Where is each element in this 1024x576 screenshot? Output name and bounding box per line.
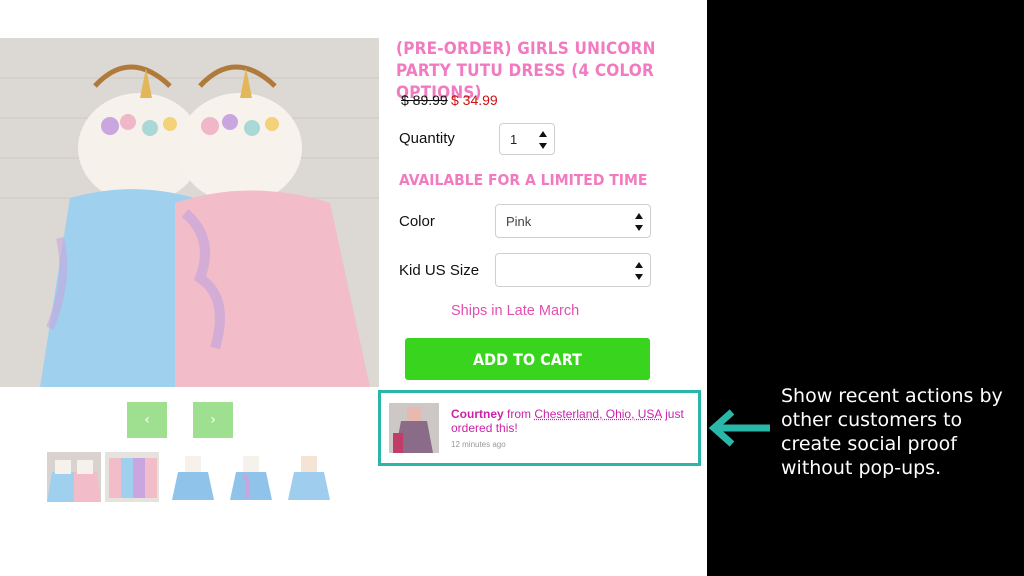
chevron-right-icon: › <box>210 412 216 428</box>
shipping-note: Ships in Late March <box>451 303 580 319</box>
spinner-arrows-icon[interactable] <box>539 131 548 149</box>
gallery-prev-button[interactable]: ‹ <box>127 402 167 438</box>
color-label: Color <box>399 213 435 230</box>
color-select[interactable]: Pink <box>495 204 651 238</box>
thumbnail-2[interactable] <box>105 452 159 502</box>
original-price: $ 89.99 <box>401 92 448 108</box>
proof-timestamp: 12 minutes ago <box>451 440 506 449</box>
quantity-value: 1 <box>510 131 518 147</box>
proof-product-thumbnail <box>389 403 439 453</box>
size-select[interactable] <box>495 253 651 287</box>
black-side-panel <box>707 0 1024 576</box>
thumbnail-5[interactable] <box>282 452 336 502</box>
social-proof-notice[interactable]: Courtney from Chesterland, Ohio, USA jus… <box>378 390 701 466</box>
select-arrows-icon <box>635 213 644 231</box>
select-arrows-icon <box>635 262 644 280</box>
customer-name: Courtney <box>451 407 504 421</box>
color-select-value: Pink <box>506 213 532 229</box>
gallery-next-button[interactable]: › <box>193 402 233 438</box>
thumbnail-1[interactable] <box>47 452 101 502</box>
sale-price: $ 34.99 <box>451 92 498 108</box>
size-label: Kid US Size <box>399 262 480 279</box>
chevron-left-icon: ‹ <box>144 412 150 428</box>
add-to-cart-button[interactable]: ADD TO CART <box>405 338 650 380</box>
customer-location[interactable]: Chesterland, Ohio, USA <box>534 407 661 421</box>
from-word: from <box>507 407 532 421</box>
thumbnail-4[interactable] <box>224 452 278 502</box>
quantity-label: Quantity <box>399 130 455 147</box>
arrow-left-icon <box>708 409 770 447</box>
callout-text: Show recent actions by other customers t… <box>781 385 1003 479</box>
proof-message: Courtney from Chesterland, Ohio, USA jus… <box>451 407 699 435</box>
quantity-stepper[interactable]: 1 <box>499 123 555 155</box>
thumbnail-3[interactable] <box>166 452 220 502</box>
limited-time-notice: AVAILABLE FOR A LIMITED TIME <box>399 171 648 189</box>
product-main-image[interactable] <box>0 38 379 387</box>
